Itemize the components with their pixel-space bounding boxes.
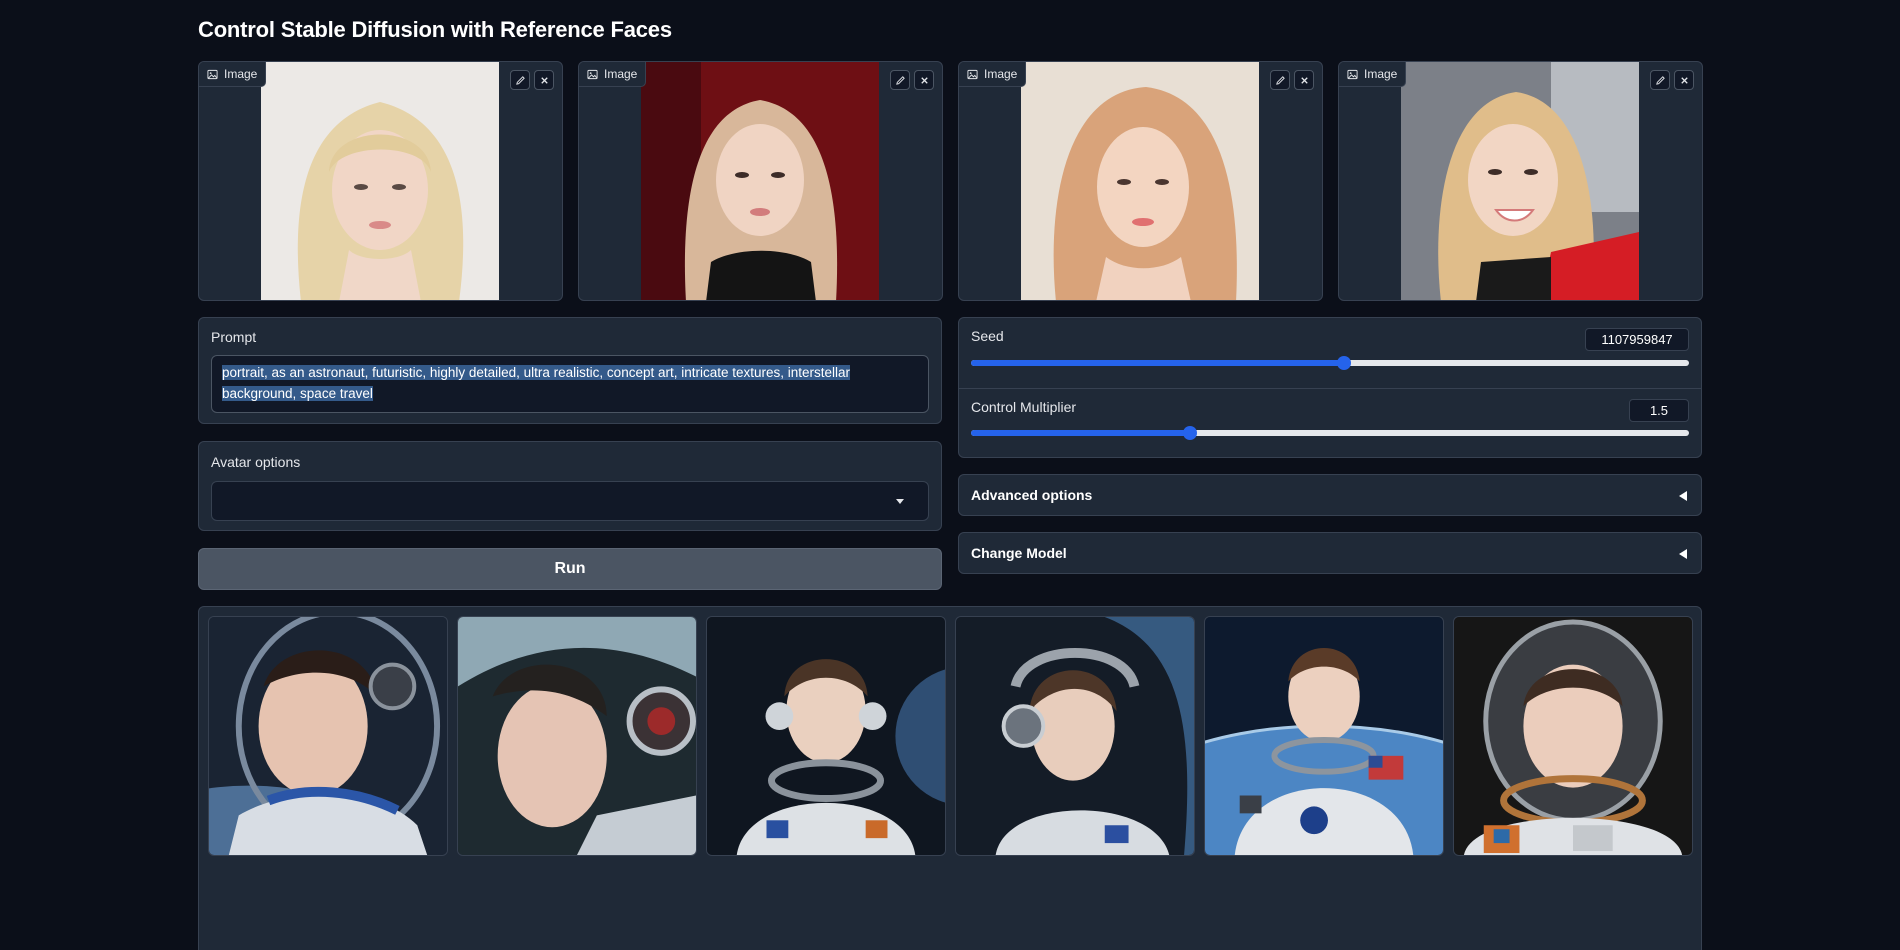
advanced-options-label: Advanced options (971, 487, 1093, 503)
image-label-text: Image (224, 67, 258, 81)
image-label: Image (199, 62, 267, 87)
seed-label: Seed (971, 328, 1004, 344)
edit-icon[interactable] (510, 70, 530, 90)
gallery-image-3[interactable] (706, 616, 946, 856)
control-multiplier-thumb[interactable] (1182, 426, 1197, 440)
reference-image-4[interactable]: Image (1338, 61, 1703, 301)
gallery-image-4[interactable] (955, 616, 1195, 856)
control-multiplier-label: Control Multiplier (971, 399, 1077, 415)
edit-icon[interactable] (890, 70, 910, 90)
gallery-image-5[interactable] (1204, 616, 1444, 856)
close-icon[interactable] (1674, 70, 1694, 90)
edit-icon[interactable] (1270, 70, 1290, 90)
prompt-text: portrait, as an astronaut, futuristic, h… (222, 365, 851, 401)
control-multiplier-input[interactable]: 1.5 (1629, 399, 1689, 422)
control-multiplier-fill (971, 430, 1190, 436)
image-label: Image (579, 62, 647, 87)
avatar-options-dropdown[interactable] (211, 481, 929, 521)
gallery-image-1[interactable] (208, 616, 448, 856)
close-icon[interactable] (1294, 70, 1314, 90)
expand-arrow-icon (1679, 491, 1687, 501)
image-icon (587, 69, 598, 79)
seed-slider[interactable] (971, 356, 1689, 370)
close-icon[interactable] (534, 70, 554, 90)
reference-photo (1021, 62, 1259, 300)
gallery-image-2[interactable] (457, 616, 697, 856)
avatar-options-panel: Avatar options (198, 441, 942, 531)
image-label-text: Image (604, 67, 638, 81)
prompt-label: Prompt (211, 329, 257, 345)
reference-image-3[interactable]: Image (958, 61, 1323, 301)
seed-slider-fill (971, 360, 1345, 366)
chevron-down-icon (896, 499, 904, 504)
reference-image-2[interactable]: Image (578, 61, 943, 301)
run-button[interactable]: Run (198, 548, 942, 590)
avatar-options-label: Avatar options (211, 454, 301, 470)
reference-image-1[interactable]: Image (198, 61, 563, 301)
image-label-text: Image (984, 67, 1018, 81)
prompt-textarea[interactable]: portrait, as an astronaut, futuristic, h… (211, 355, 929, 413)
reference-photo (641, 62, 879, 300)
image-label: Image (959, 62, 1027, 87)
seed-input[interactable]: 1107959847 (1585, 328, 1689, 351)
reference-photo (261, 62, 499, 300)
image-icon (967, 69, 978, 79)
seed-slider-row: Seed 1107959847 (959, 318, 1701, 388)
close-icon[interactable] (914, 70, 934, 90)
reference-photo (1401, 62, 1639, 300)
advanced-options-accordion[interactable]: Advanced options (958, 474, 1702, 516)
expand-arrow-icon (1679, 549, 1687, 559)
output-gallery (198, 606, 1702, 950)
control-multiplier-slider[interactable] (971, 426, 1689, 440)
change-model-label: Change Model (971, 545, 1067, 561)
prompt-panel: Prompt portrait, as an astronaut, futuri… (198, 317, 942, 424)
image-label-text: Image (1364, 67, 1398, 81)
image-icon (1347, 69, 1358, 79)
control-multiplier-row: Control Multiplier 1.5 (959, 388, 1701, 458)
image-icon (207, 69, 218, 79)
gallery-image-6[interactable] (1453, 616, 1693, 856)
slider-panel: Seed 1107959847 Control Multiplier 1.5 (958, 317, 1702, 458)
seed-slider-thumb[interactable] (1337, 356, 1352, 370)
change-model-accordion[interactable]: Change Model (958, 532, 1702, 574)
page-title: Control Stable Diffusion with Reference … (198, 17, 672, 42)
image-label: Image (1339, 62, 1407, 87)
edit-icon[interactable] (1650, 70, 1670, 90)
